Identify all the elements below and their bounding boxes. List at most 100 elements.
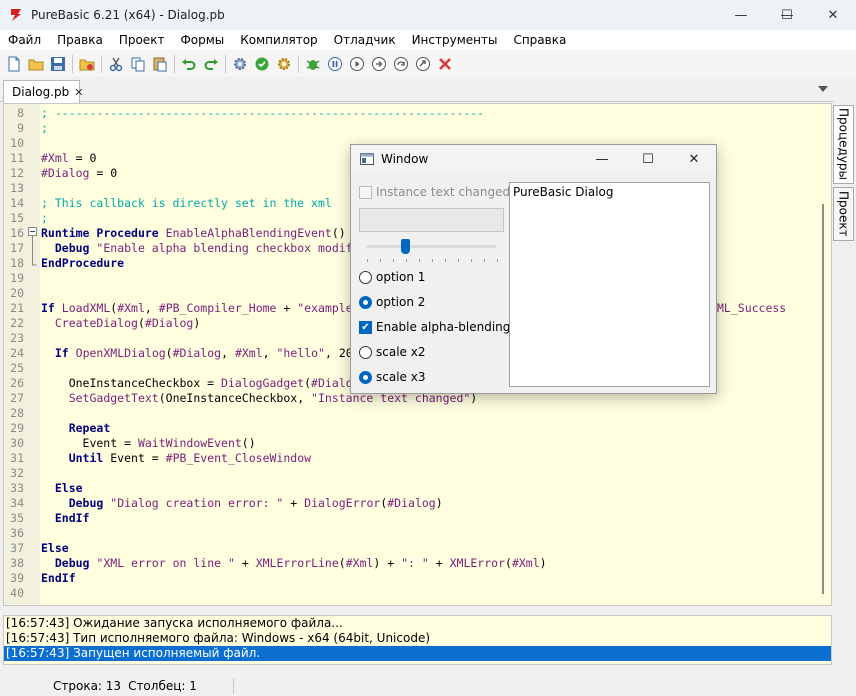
code-line[interactable]: If OpenXMLDialog(#Dialog, #Xml, "hello",… xyxy=(41,346,353,361)
dialog-maximize-button[interactable]: ☐ xyxy=(625,145,671,174)
save-icon[interactable] xyxy=(47,53,69,75)
check-syntax-icon[interactable] xyxy=(251,53,273,75)
tick-mark xyxy=(419,259,420,262)
minimize-button[interactable]: — xyxy=(718,0,764,30)
line-number: 18 xyxy=(10,256,24,270)
code-line[interactable]: ; xyxy=(41,211,48,226)
open-file-icon[interactable] xyxy=(25,53,47,75)
option-1-radio[interactable]: option 1 xyxy=(359,268,425,286)
code-line[interactable]: Debug "XML error on line " + XMLErrorLin… xyxy=(41,556,547,571)
close-icon: ✕ xyxy=(688,152,700,167)
trackbar-thumb[interactable] xyxy=(401,239,410,254)
code-line[interactable]: Until Event = #PB_Event_CloseWindow xyxy=(41,451,311,466)
code-line[interactable]: #Dialog = 0 xyxy=(41,166,117,181)
code-line[interactable]: EndIf xyxy=(41,511,90,526)
tab-project[interactable]: Проект xyxy=(833,187,854,241)
menu-compiler[interactable]: Компилятор xyxy=(232,33,325,47)
step-icon[interactable] xyxy=(368,53,390,75)
disabled-string-field[interactable] xyxy=(359,208,504,232)
tick-mark xyxy=(432,259,433,262)
dialog-close-button[interactable]: ✕ xyxy=(671,145,717,174)
step-over-icon[interactable] xyxy=(390,53,412,75)
code-line[interactable]: ; This callback is directly set in the x… xyxy=(41,196,332,211)
status-line: Строка: 13 xyxy=(53,679,122,693)
code-line[interactable]: If LoadXML(#Xml, #PB_Compiler_Home + "ex… xyxy=(41,301,353,316)
line-number: 37 xyxy=(10,541,24,555)
tab-procedures[interactable]: Процедуры xyxy=(833,105,854,184)
code-line[interactable]: OneInstanceCheckbox = DialogGadget(#Dial… xyxy=(41,376,353,391)
tab-procedures-label: Процедуры xyxy=(836,108,851,181)
undo-icon[interactable] xyxy=(178,53,200,75)
code-line[interactable]: Debug "Dialog creation error: " + Dialog… xyxy=(41,496,443,511)
tabs-dropdown-icon[interactable] xyxy=(816,84,830,94)
scale-x3-radio[interactable]: scale x3 xyxy=(359,368,425,386)
menu-project[interactable]: Проект xyxy=(111,33,173,47)
maximize-icon: ☐ xyxy=(781,7,793,23)
continue-icon[interactable] xyxy=(346,53,368,75)
dialog-editor-text[interactable]: PureBasic Dialog xyxy=(509,182,710,387)
code-line[interactable]: ; xyxy=(41,121,48,136)
menu-forms[interactable]: Формы xyxy=(172,33,232,47)
code-line[interactable]: Event = WaitWindowEvent() xyxy=(41,436,256,451)
pause-icon[interactable] xyxy=(324,53,346,75)
close-file-icon[interactable] xyxy=(76,53,98,75)
new-file-icon[interactable] xyxy=(3,53,25,75)
file-tab-bar: Dialog.pb ✕ xyxy=(0,78,834,103)
code-line[interactable]: EndIf xyxy=(41,571,76,586)
editor-scrollbar[interactable] xyxy=(822,204,824,594)
code-line[interactable]: CreateDialog(#Dialog) xyxy=(41,316,200,331)
alpha-blending-checkbox[interactable]: ✔ Enable alpha-blending xyxy=(359,318,510,336)
option-1-label: option 1 xyxy=(376,270,426,284)
error-log-panel[interactable]: [16:57:43] Ожидание запуска исполняемого… xyxy=(3,615,832,665)
log-line-selected[interactable]: [16:57:43] Запущен исполняемый файл. xyxy=(4,646,831,661)
compile-icon[interactable] xyxy=(229,53,251,75)
log-line[interactable]: [16:57:43] Тип исполняемого файла: Windo… xyxy=(4,631,831,646)
line-number: 20 xyxy=(10,286,24,300)
line-number: 36 xyxy=(10,526,24,540)
trackbar[interactable] xyxy=(366,245,496,248)
menu-edit[interactable]: Правка xyxy=(49,33,111,47)
radio-circle-selected xyxy=(359,370,372,384)
option-2-radio[interactable]: option 2 xyxy=(359,293,425,311)
line-number: 14 xyxy=(10,196,24,210)
code-line[interactable]: Runtime Procedure EnableAlphaBlendingEve… xyxy=(41,226,346,241)
tick-mark xyxy=(497,259,498,262)
menu-tools[interactable]: Инструменты xyxy=(404,33,506,47)
menu-help[interactable]: Справка xyxy=(505,33,574,47)
redo-icon[interactable] xyxy=(200,53,222,75)
dialog-minimize-button[interactable]: — xyxy=(579,145,625,174)
code-line[interactable]: Else xyxy=(41,481,83,496)
code-line-tail[interactable]: ML_Success xyxy=(717,301,786,316)
scale-x2-radio[interactable]: scale x2 xyxy=(359,343,425,361)
fold-marker-icon[interactable] xyxy=(28,227,37,267)
code-line[interactable]: #Xml = 0 xyxy=(41,151,96,166)
code-line[interactable]: Repeat xyxy=(41,421,111,436)
step-out-icon[interactable] xyxy=(412,53,434,75)
minimize-icon: — xyxy=(595,152,609,167)
window-title: PureBasic 6.21 (x64) - Dialog.pb xyxy=(31,8,225,22)
maximize-button[interactable]: ☐ xyxy=(764,0,810,30)
copy-icon[interactable] xyxy=(127,53,149,75)
code-line[interactable]: EndProcedure xyxy=(41,256,124,271)
tab-dialog-pb[interactable]: Dialog.pb ✕ xyxy=(3,80,84,103)
cut-icon[interactable] xyxy=(105,53,127,75)
close-tab-icon[interactable]: ✕ xyxy=(74,86,83,99)
instance-checkbox[interactable]: Instance text changed xyxy=(359,183,510,201)
close-button[interactable]: ✕ xyxy=(810,0,856,30)
kill-icon[interactable] xyxy=(434,53,456,75)
build-icon[interactable] xyxy=(273,53,295,75)
code-line[interactable]: ; --------------------------------------… xyxy=(41,106,484,121)
menu-file[interactable]: Файл xyxy=(0,33,49,47)
tick-mark xyxy=(445,259,446,262)
toolbar xyxy=(0,50,856,77)
scale-x3-label: scale x3 xyxy=(376,370,426,384)
debugger-icon[interactable] xyxy=(302,53,324,75)
code-line[interactable]: Else xyxy=(41,541,69,556)
paste-icon[interactable] xyxy=(149,53,171,75)
log-line[interactable]: [16:57:43] Ожидание запуска исполняемого… xyxy=(4,616,831,631)
line-number: 21 xyxy=(10,301,24,315)
line-number: 16 xyxy=(10,226,24,240)
dialog-window: Window — ☐ ✕ Instance text changed optio… xyxy=(350,144,717,394)
menu-debugger[interactable]: Отладчик xyxy=(326,33,404,47)
code-line[interactable]: Debug "Enable alpha blending checkbox mo… xyxy=(41,241,353,256)
